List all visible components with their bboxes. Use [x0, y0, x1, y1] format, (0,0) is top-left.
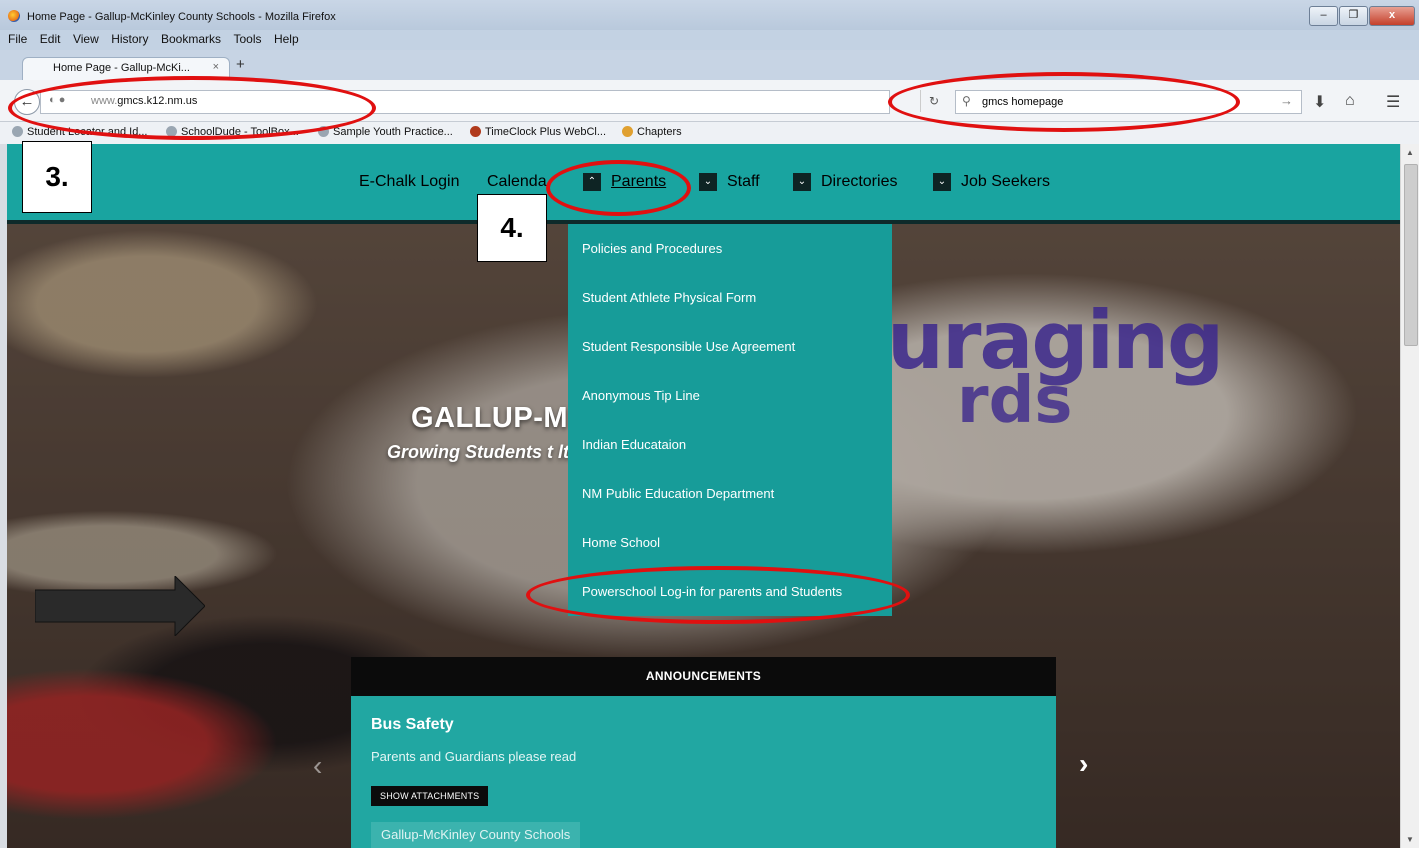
menu-file[interactable]: File — [8, 32, 27, 46]
menu-history[interactable]: History — [111, 32, 148, 46]
highlight-oval-powerschool — [526, 566, 910, 624]
nav-directories[interactable]: ⌄ Directories — [793, 144, 897, 220]
maximize-button[interactable]: ❐ — [1339, 6, 1368, 26]
announcement-text: Parents and Guardians please read — [371, 749, 577, 764]
announcement-card: Bus Safety Parents and Guardians please … — [351, 696, 1056, 848]
show-attachments-button[interactable]: SHOW ATTACHMENTS — [371, 786, 489, 806]
tab-close-icon[interactable]: × — [213, 61, 219, 73]
menu-item-athlete-physical[interactable]: Student Athlete Physical Form — [582, 290, 756, 305]
nav-job-seekers-label: Job Seekers — [961, 173, 1050, 190]
menu-item-nm-ped[interactable]: NM Public Education Department — [582, 486, 774, 501]
highlight-oval-parents — [546, 160, 691, 216]
chevron-down-icon: ⌄ — [699, 173, 717, 191]
minimize-button[interactable]: – — [1309, 6, 1338, 26]
menu-help[interactable]: Help — [274, 32, 299, 46]
new-tab-button[interactable]: + — [236, 56, 245, 73]
menu-hamburger-icon[interactable]: ☰ — [1386, 92, 1400, 112]
firefox-logo-icon — [8, 10, 20, 22]
menu-edit[interactable]: Edit — [40, 32, 61, 46]
highlight-oval-url — [8, 76, 376, 140]
menu-view[interactable]: View — [73, 32, 99, 46]
menu-item-home-school[interactable]: Home School — [582, 535, 660, 550]
menu-bookmarks[interactable]: Bookmarks — [161, 32, 221, 46]
nav-directories-label: Directories — [821, 173, 898, 190]
nav-staff[interactable]: ⌄ Staff — [699, 144, 760, 220]
step-4-callout: 4. — [477, 194, 547, 262]
download-icon[interactable]: ⬇ — [1313, 92, 1326, 112]
bookmark-item[interactable]: Sample Youth Practice... — [318, 126, 453, 138]
parents-dropdown-menu: Policies and Procedures Student Athlete … — [568, 224, 892, 616]
search-go-icon[interactable]: → — [1280, 93, 1293, 108]
announcements-heading: ANNOUNCEMENTS — [351, 657, 1056, 696]
nav-job-seekers[interactable]: ⌄ Job Seekers — [933, 144, 1050, 220]
step-3-callout: 3. — [22, 141, 92, 213]
bookmark-item[interactable]: Chapters — [622, 126, 682, 138]
pointer-arrow-icon — [35, 576, 205, 636]
scroll-down-icon[interactable]: ▼ — [1406, 835, 1414, 844]
web-page: E-Chalk Login Calenda ⌃ Parents ⌄ Staff ⌄ D… — [7, 144, 1400, 848]
close-window-button[interactable]: x — [1369, 6, 1415, 26]
window-title: Home Page - Gallup-McKinley County Schoo… — [27, 11, 336, 23]
bookmark-favicon-icon — [470, 126, 481, 137]
announcement-tag: Gallup-McKinley County Schools — [371, 822, 581, 848]
site-header: E-Chalk Login Calenda ⌃ Parents ⌄ Staff ⌄ D… — [7, 144, 1400, 224]
announcement-title[interactable]: Bus Safety — [371, 716, 454, 734]
chevron-down-icon: ⌄ — [793, 173, 811, 191]
carousel-prev-icon[interactable]: ‹ — [313, 750, 322, 782]
highlight-oval-search — [888, 72, 1240, 132]
page-scrollbar[interactable]: ▲ ▼ — [1400, 144, 1419, 848]
nav-staff-label: Staff — [727, 173, 760, 190]
bookmark-favicon-icon — [12, 126, 23, 137]
menu-item-indian-education[interactable]: Indian Educataion — [582, 437, 686, 452]
window-titlebar: Home Page - Gallup-McKinley County Schoo… — [0, 0, 1419, 30]
bookmark-item[interactable]: TimeClock Plus WebCl... — [470, 126, 606, 138]
bookmark-favicon-icon — [622, 126, 633, 137]
menu-tools[interactable]: Tools — [233, 32, 261, 46]
menu-item-policies[interactable]: Policies and Procedures — [582, 241, 722, 256]
home-icon[interactable]: ⌂ — [1345, 92, 1355, 110]
menu-bar: File Edit View History Bookmarks Tools H… — [0, 30, 1419, 50]
nav-echalk-login[interactable]: E-Chalk Login — [359, 144, 460, 220]
carousel-next-icon[interactable]: › — [1079, 748, 1088, 780]
chevron-down-icon: ⌄ — [933, 173, 951, 191]
scrollbar-thumb[interactable] — [1404, 164, 1418, 346]
scroll-up-icon[interactable]: ▲ — [1406, 148, 1414, 157]
menu-item-responsible-use[interactable]: Student Responsible Use Agreement — [582, 339, 795, 354]
window-controls: – ❐ x — [1309, 6, 1415, 26]
tab-label: Home Page - Gallup-McKi... — [53, 62, 190, 74]
menu-item-tip-line[interactable]: Anonymous Tip Line — [582, 388, 700, 403]
